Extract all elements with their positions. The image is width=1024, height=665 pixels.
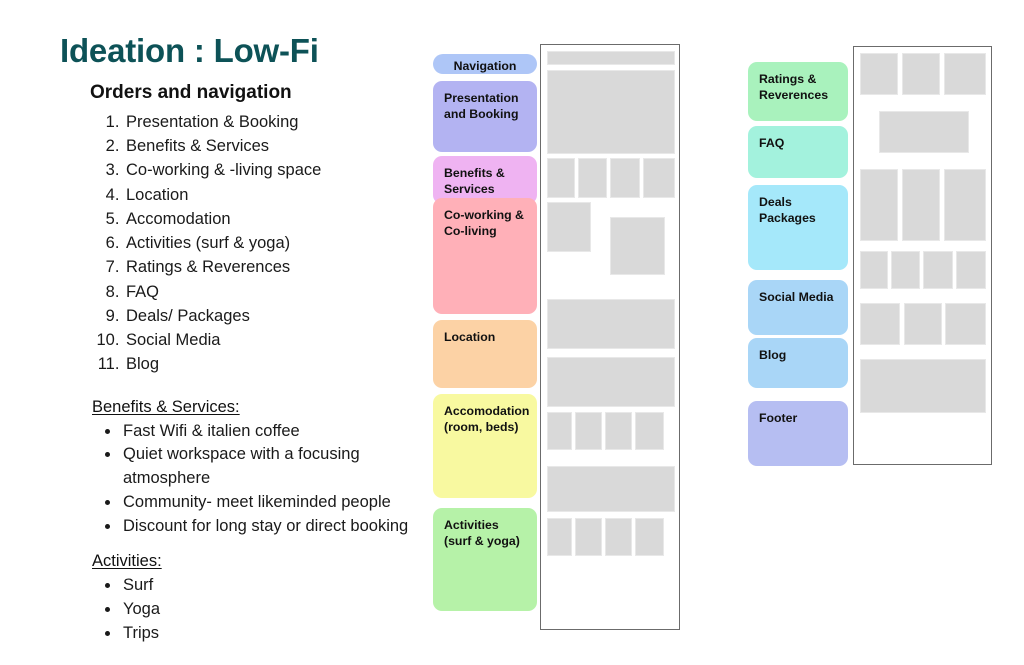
section-tag-label: (surf & yoga) <box>444 534 520 549</box>
list-item: Yoga <box>121 598 420 622</box>
list-item: Quiet workspace with a focusing atmosphe… <box>121 443 420 491</box>
section-tag-ratings-reverences[interactable]: Ratings & Reverences <box>748 62 848 121</box>
wireframe-block <box>547 299 675 349</box>
wireframe-block <box>891 251 920 289</box>
list-item: Trips <box>121 622 420 646</box>
section-tag-label: Ratings & <box>759 72 817 86</box>
section-tag-blog[interactable]: Blog <box>748 338 848 388</box>
list-item: Co-working & -living space <box>124 158 420 182</box>
section-tag-label: Co-working & <box>444 208 524 222</box>
list-item: Activities (surf & yoga) <box>124 231 420 255</box>
section-tag-label: Accomodation <box>444 404 530 418</box>
list-item: Fast Wifi & italien coffee <box>121 420 420 444</box>
wireframe-block <box>944 53 986 95</box>
section-tag-label: Benefits & <box>444 166 505 180</box>
section-tag-benefits-services[interactable]: Benefits & Services <box>433 156 537 204</box>
section-tag-deals-packages[interactable]: Deals Packages <box>748 185 848 270</box>
list-item: Location <box>124 183 420 207</box>
wireframe-block <box>635 412 664 450</box>
wireframe-block <box>547 158 575 198</box>
wireframe-block <box>575 518 602 556</box>
section-tag-label: Deals <box>759 195 792 209</box>
section-tag-label: Footer <box>759 411 798 425</box>
section-tag-label: Social Media <box>759 290 834 304</box>
section-tag-activities-surf-yoga[interactable]: Activities (surf & yoga) <box>433 508 537 611</box>
section-tag-co-working-co-living[interactable]: Co-working & Co-living <box>433 198 537 314</box>
section-tag-footer[interactable]: Footer <box>748 401 848 466</box>
list-item: Ratings & Reverences <box>124 255 420 279</box>
wireframe-block <box>578 158 607 198</box>
section-tag-location[interactable]: Location <box>433 320 537 388</box>
section-tag-label: Location <box>444 330 496 344</box>
wireframe-block <box>879 111 969 153</box>
wireframe-block <box>923 251 953 289</box>
list-item: FAQ <box>124 280 420 304</box>
section-tag-label: Blog <box>759 348 787 362</box>
wireframe-block <box>547 518 572 556</box>
activities-heading: Activities: <box>92 552 162 571</box>
section-tag-faq[interactable]: FAQ <box>748 126 848 178</box>
wireframe-block <box>605 518 632 556</box>
section-tag-label: (room, beds) <box>444 420 519 435</box>
section-tag-label: Services <box>444 182 495 197</box>
wireframe-block <box>547 202 591 252</box>
section-tag-label: Presentation <box>444 91 519 105</box>
navigation-order-list: Presentation & BookingBenefits & Service… <box>94 110 420 377</box>
section-tag-social-media[interactable]: Social Media <box>748 280 848 335</box>
wireframe-block <box>860 251 888 289</box>
activities-list: SurfYogaTrips <box>94 574 420 645</box>
wireframe-block <box>860 169 898 241</box>
wireframe-block <box>547 412 572 450</box>
list-item: Blog <box>124 352 420 376</box>
list-item: Community- meet likeminded people <box>121 491 420 515</box>
section-tag-label: Navigation <box>453 59 517 73</box>
benefits-services-heading: Benefits & Services: <box>92 397 240 416</box>
list-item: Discount for long stay or direct booking <box>121 515 420 539</box>
section-tag-accomodation-room-beds[interactable]: Accomodation (room, beds) <box>433 394 537 498</box>
wireframe-block <box>547 357 675 407</box>
middle-wireframe-frame <box>540 44 680 630</box>
wireframe-block <box>547 70 675 154</box>
right-wireframe-frame <box>853 46 992 465</box>
wireframe-block <box>945 303 986 345</box>
list-item: Accomodation <box>124 207 420 231</box>
benefits-services-list: Fast Wifi & italien coffeeQuiet workspac… <box>94 420 420 539</box>
wireframe-block <box>575 412 602 450</box>
wireframe-block <box>610 217 665 275</box>
list-item: Deals/ Packages <box>124 304 420 328</box>
wireframe-block <box>902 169 940 241</box>
section-tag-label: Packages <box>759 211 816 226</box>
wireframe-block <box>547 466 675 512</box>
wireframe-block <box>902 53 940 95</box>
list-item: Presentation & Booking <box>124 110 420 134</box>
wireframe-block <box>635 518 664 556</box>
section-tag-label: and Booking <box>444 107 519 122</box>
section-tag-presentation-and-booking[interactable]: Presentation and Booking <box>433 81 537 152</box>
wireframe-block <box>547 51 675 65</box>
wireframe-block <box>904 303 942 345</box>
wireframe-block <box>956 251 986 289</box>
section-tag-navigation[interactable]: Navigation <box>433 54 537 74</box>
wireframe-block <box>605 412 632 450</box>
list-item: Benefits & Services <box>124 134 420 158</box>
section-tag-label: Reverences <box>759 88 829 103</box>
section-tag-label: Co-living <box>444 224 497 239</box>
wireframe-block <box>643 158 675 198</box>
wireframe-block <box>860 303 900 345</box>
wireframe-block <box>610 158 640 198</box>
list-item: Surf <box>121 574 420 598</box>
page-title: Ideation : Low-Fi <box>60 32 319 69</box>
section-tag-label: FAQ <box>759 136 785 150</box>
section-tag-label: Activities <box>444 518 499 532</box>
left-text-column: Ideation : Low-Fi Orders and navigation … <box>60 32 420 646</box>
list-item: Social Media <box>124 328 420 352</box>
wireframe-block <box>944 169 986 241</box>
wireframe-block <box>860 359 986 413</box>
orders-and-navigation-heading: Orders and navigation <box>90 81 292 103</box>
wireframe-block <box>860 53 898 95</box>
